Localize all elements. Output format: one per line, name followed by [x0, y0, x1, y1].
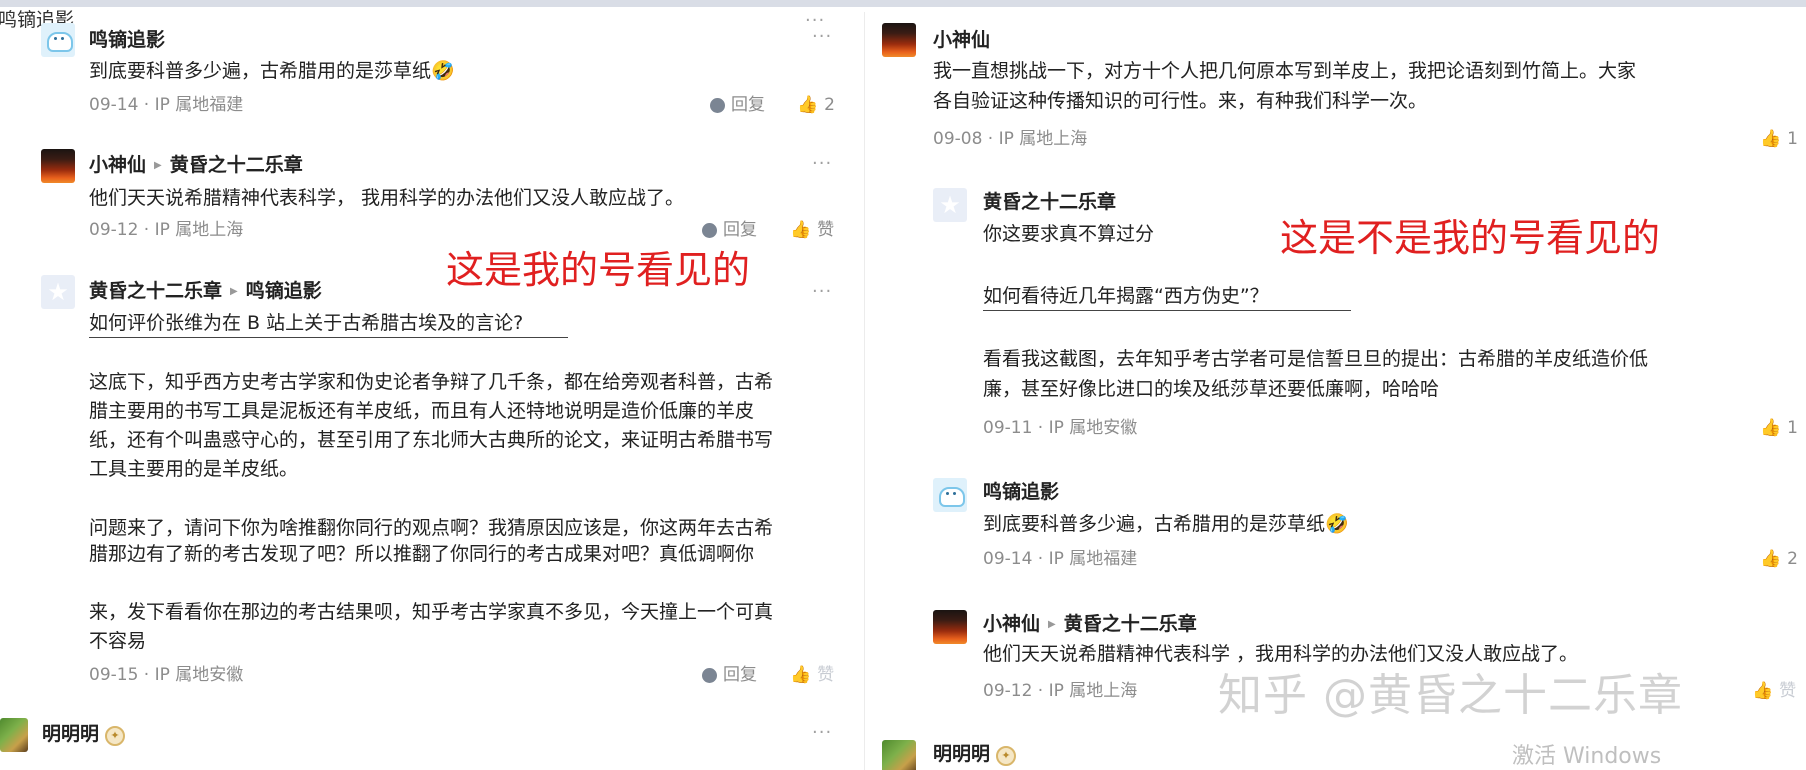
comment-meta: 09-08 · IP 属地上海: [933, 129, 1088, 149]
comment-line: 腊那边有了新的考古发现了吧？所以推翻了你同行的考古成果对吧？真低调啊你: [89, 543, 755, 565]
comment-meta: 09-12 · IP 属地上海: [89, 220, 244, 240]
thumbs-up-icon: 👍: [790, 220, 812, 240]
comment-text: 你这要求真不算过分: [983, 223, 1155, 245]
like-button[interactable]: 👍 赞: [1752, 680, 1796, 702]
comment-line: 腊主要用的书写工具是泥板还有羊皮纸，而且有人还特地说明是造价低廉的羊皮: [89, 400, 755, 422]
question-link[interactable]: 如何评价张维为在 B 站上关于古希腊古埃及的言论?: [89, 311, 568, 338]
star-icon: ★: [939, 191, 961, 219]
comment-text: 他们天天说希腊精神代表科学 ，我用科学的办法他们又没人敢应战了。: [983, 643, 1579, 665]
comment-author[interactable]: 小神仙: [933, 28, 990, 52]
comment-author[interactable]: 黄昏之十二乐章 ▶ 鸣镝追影: [89, 279, 322, 304]
comment-author[interactable]: 鸣镝追影: [89, 28, 165, 52]
comment-author[interactable]: 小神仙 ▶ 黄昏之十二乐章: [89, 153, 303, 178]
comment-author[interactable]: 明明明 ✦: [42, 722, 126, 746]
comment-text: 他们天天说希腊精神代表科学， 我用科学的办法他们又没人敢应战了。: [89, 187, 685, 209]
reply-icon: [702, 667, 717, 683]
zhihu-watermark: 知乎 @黄昏之十二乐章: [1218, 670, 1683, 721]
thumbs-up-icon: 👍: [1760, 129, 1782, 149]
question-link[interactable]: 如何看待近几年揭露“西方伪史”？: [983, 284, 1351, 311]
comment-text: 到底要科普多少遍，古希腊用的是莎草纸🤣: [983, 513, 1349, 535]
comment-meta: 09-12 · IP 属地上海: [983, 681, 1138, 701]
comment-line: 廉，甚至好像比进口的埃及纸莎草还要低廉啊，哈哈哈: [983, 378, 1440, 400]
comment-author[interactable]: 小神仙 ▶ 黄昏之十二乐章: [983, 612, 1197, 637]
like-button[interactable]: 👍 赞: [790, 219, 834, 241]
comment-line: 这底下，知乎西方史考古学家和伪史论者争辩了几千条，都在给旁观者科普，古希: [89, 371, 774, 393]
comment-line: 来，发下看看你在那边的考古结果呗，知乎考古学家真不多见，今天撞上一个可真: [89, 601, 774, 623]
avatar[interactable]: ★: [41, 275, 75, 309]
star-icon: ★: [47, 278, 69, 306]
thumbs-up-icon: 👍: [1752, 681, 1774, 701]
reply-arrow-icon: ▶: [154, 160, 162, 171]
like-button[interactable]: 👍 2: [797, 94, 835, 116]
badge-icon: ✦: [105, 726, 126, 746]
avatar[interactable]: [933, 610, 967, 644]
like-button[interactable]: 👍 1: [1760, 128, 1798, 150]
avatar[interactable]: [882, 740, 916, 770]
like-button[interactable]: 👍 1: [1760, 417, 1798, 439]
thumbs-up-icon: 👍: [1760, 549, 1782, 569]
comment-meta: 09-14 · IP 属地福建: [89, 95, 244, 115]
more-icon[interactable]: ···: [812, 283, 832, 301]
comment-line: 我一直想挑战一下，对方十个人把几何原本写到羊皮上，我把论语刻到竹简上。大家: [933, 60, 1637, 82]
avatar[interactable]: [41, 149, 75, 183]
comment-line: 各自验证这种传播知识的可行性。来，有种我们科学一次。: [933, 90, 1428, 112]
comment-meta: 09-11 · IP 属地安徽: [983, 418, 1138, 438]
comment-line: 问题来了，请问下你为啥推翻你同行的观点啊？我猜原因应该是，你这两年去古希: [89, 517, 774, 539]
comment-line: 不容易: [89, 630, 147, 652]
comment-line: 工具主要用的是羊皮纸。: [89, 458, 299, 480]
thumbs-up-icon: 👍: [1760, 418, 1782, 438]
thumbs-up-icon: 👍: [797, 95, 819, 115]
panel-divider: [864, 12, 865, 770]
comment-author[interactable]: 明明明 ✦: [933, 742, 1017, 766]
reply-button[interactable]: 回复: [710, 94, 765, 116]
right-panel: 小神仙 我一直想挑战一下，对方十个人把几何原本写到羊皮上，我把论语刻到竹简上。大…: [866, 0, 1806, 770]
like-button[interactable]: 👍 赞: [790, 664, 834, 686]
thumbs-up-icon: 👍: [790, 665, 812, 685]
left-panel: 鸣镝追影 ··· 鸣镝追影 ··· 到底要科普多少遍，古希腊用的是莎草纸🤣 09…: [0, 0, 864, 770]
comment-text: 到底要科普多少遍，古希腊用的是莎草纸🤣: [89, 60, 455, 82]
more-icon[interactable]: ···: [812, 155, 832, 173]
annotation-left: 这是我的号看见的: [446, 248, 751, 292]
avatar[interactable]: [933, 478, 967, 512]
like-button[interactable]: 👍 2: [1760, 548, 1798, 570]
badge-icon: ✦: [996, 746, 1017, 766]
reply-button[interactable]: 回复: [702, 664, 757, 686]
reply-icon: [702, 222, 717, 238]
comment-meta: 09-14 · IP 属地福建: [983, 549, 1138, 569]
comment-line: 看看我这截图，去年知乎考古学者可是信誓旦旦的提出：古希腊的羊皮纸造价低: [983, 348, 1649, 370]
more-icon[interactable]: ···: [812, 724, 832, 742]
comment-meta: 09-15 · IP 属地安徽: [89, 665, 244, 685]
reply-arrow-icon: ▶: [230, 286, 238, 297]
reply-arrow-icon: ▶: [1048, 619, 1056, 630]
avatar[interactable]: ★: [933, 188, 967, 222]
avatar[interactable]: [41, 23, 75, 57]
windows-activation-notice: 激活 Windows: [1512, 744, 1662, 769]
more-icon[interactable]: ···: [812, 28, 832, 46]
annotation-right: 这是不是我的号看见的: [1280, 216, 1661, 260]
reply-button[interactable]: 回复: [702, 219, 757, 241]
avatar[interactable]: [0, 718, 28, 752]
avatar[interactable]: [882, 23, 916, 57]
comment-author[interactable]: 黄昏之十二乐章: [983, 190, 1116, 214]
reply-icon: [710, 97, 725, 113]
comment-line: 纸，还有个叫蛊惑守心的，甚至引用了东北师大古典所的论文，来证明古希腊书写: [89, 429, 774, 451]
comment-author[interactable]: 鸣镝追影: [983, 480, 1059, 504]
